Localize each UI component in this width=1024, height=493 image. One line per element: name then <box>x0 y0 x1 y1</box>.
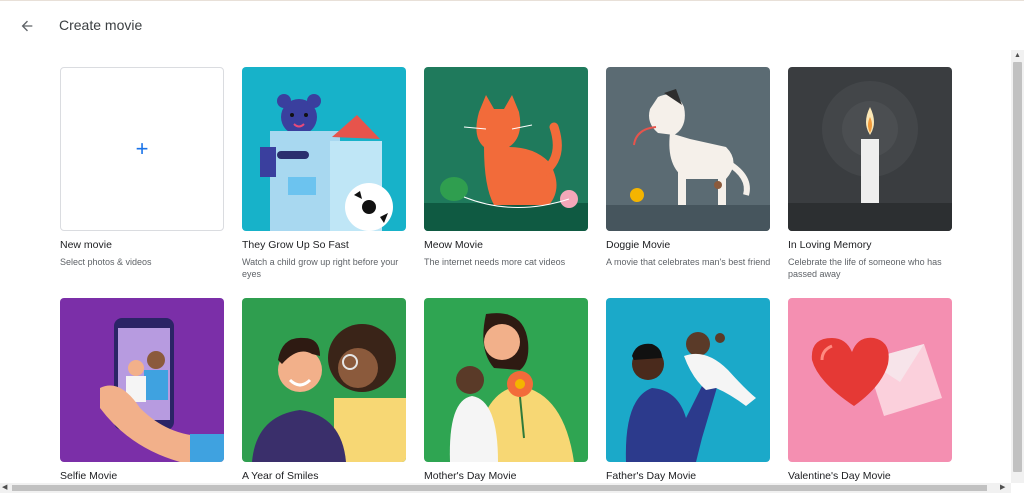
card-title: A Year of Smiles <box>242 470 319 482</box>
smiles-thumbnail[interactable] <box>242 298 406 462</box>
card-subtitle: A movie that celebrates man's best frien… <box>606 257 771 267</box>
doggie-thumbnail[interactable] <box>606 67 770 231</box>
card-subtitle: Celebrate the life of someone who has pa… <box>788 257 942 279</box>
plus-icon: + <box>135 136 149 161</box>
top-bar: Create movie <box>0 0 1024 50</box>
father-child-illustration <box>606 298 770 462</box>
card-fathers-day-movie[interactable]: Father's Day Movie <box>606 298 770 482</box>
heart-envelope-illustration <box>788 298 952 462</box>
grow-up-thumbnail[interactable] <box>242 67 406 231</box>
selfie-thumbnail[interactable] <box>60 298 224 462</box>
mothers-day-thumbnail[interactable] <box>424 298 588 462</box>
page-title: Create movie <box>59 17 143 33</box>
mother-child-illustration <box>424 298 588 462</box>
card-subtitle: Watch a child grow up right before your … <box>242 257 399 279</box>
valentine-thumbnail[interactable] <box>788 298 952 462</box>
dog-illustration <box>606 67 770 231</box>
memory-thumbnail[interactable] <box>788 67 952 231</box>
scroll-left-arrow-icon[interactable]: ◀ <box>2 484 7 491</box>
card-title: New movie <box>60 239 112 251</box>
vertical-scrollbar[interactable]: ▲ <box>1011 50 1024 483</box>
fathers-day-thumbnail[interactable] <box>606 298 770 462</box>
card-title: They Grow Up So Fast <box>242 239 349 251</box>
card-title: In Loving Memory <box>788 239 872 251</box>
card-a-year-of-smiles[interactable]: A Year of Smiles <box>242 298 406 482</box>
card-they-grow-up-so-fast[interactable]: They Grow Up So Fast Watch a child grow … <box>242 67 406 280</box>
arrow-back-icon <box>21 20 33 32</box>
card-valentines-day-movie[interactable]: Valentine's Day Movie <box>788 298 952 482</box>
card-title: Father's Day Movie <box>606 470 697 482</box>
card-title: Selfie Movie <box>60 470 118 482</box>
card-mothers-day-movie[interactable]: Mother's Day Movie <box>424 298 588 482</box>
horizontal-scrollbar-thumb[interactable] <box>12 485 987 491</box>
card-in-loving-memory[interactable]: In Loving Memory Celebrate the life of s… <box>788 67 952 280</box>
card-title: Valentine's Day Movie <box>788 470 891 482</box>
vertical-scrollbar-thumb[interactable] <box>1013 62 1022 472</box>
new-movie-thumbnail[interactable]: + <box>60 67 224 231</box>
cat-illustration <box>424 67 588 231</box>
back-button[interactable] <box>14 13 40 39</box>
toy-box-illustration <box>242 67 406 231</box>
card-meow-movie[interactable]: Meow Movie The internet needs more cat v… <box>424 67 588 268</box>
card-selfie-movie[interactable]: Selfie Movie <box>60 298 224 482</box>
selfie-phone-illustration <box>60 298 224 462</box>
couple-illustration <box>242 298 406 462</box>
card-subtitle: Select photos & videos <box>60 257 152 267</box>
horizontal-scrollbar[interactable]: ◀ ▶ <box>0 483 1011 493</box>
card-doggie-movie[interactable]: Doggie Movie A movie that celebrates man… <box>606 67 770 268</box>
scroll-right-arrow-icon[interactable]: ▶ <box>1000 484 1005 491</box>
card-title: Meow Movie <box>424 239 483 251</box>
scroll-up-arrow-icon[interactable]: ▲ <box>1014 52 1021 59</box>
card-title: Doggie Movie <box>606 239 671 251</box>
card-subtitle: The internet needs more cat videos <box>424 257 566 267</box>
meow-thumbnail[interactable] <box>424 67 588 231</box>
card-title: Mother's Day Movie <box>424 470 517 482</box>
card-new-movie[interactable]: + New movie Select photos & videos <box>60 67 224 268</box>
candle-illustration <box>788 67 952 231</box>
